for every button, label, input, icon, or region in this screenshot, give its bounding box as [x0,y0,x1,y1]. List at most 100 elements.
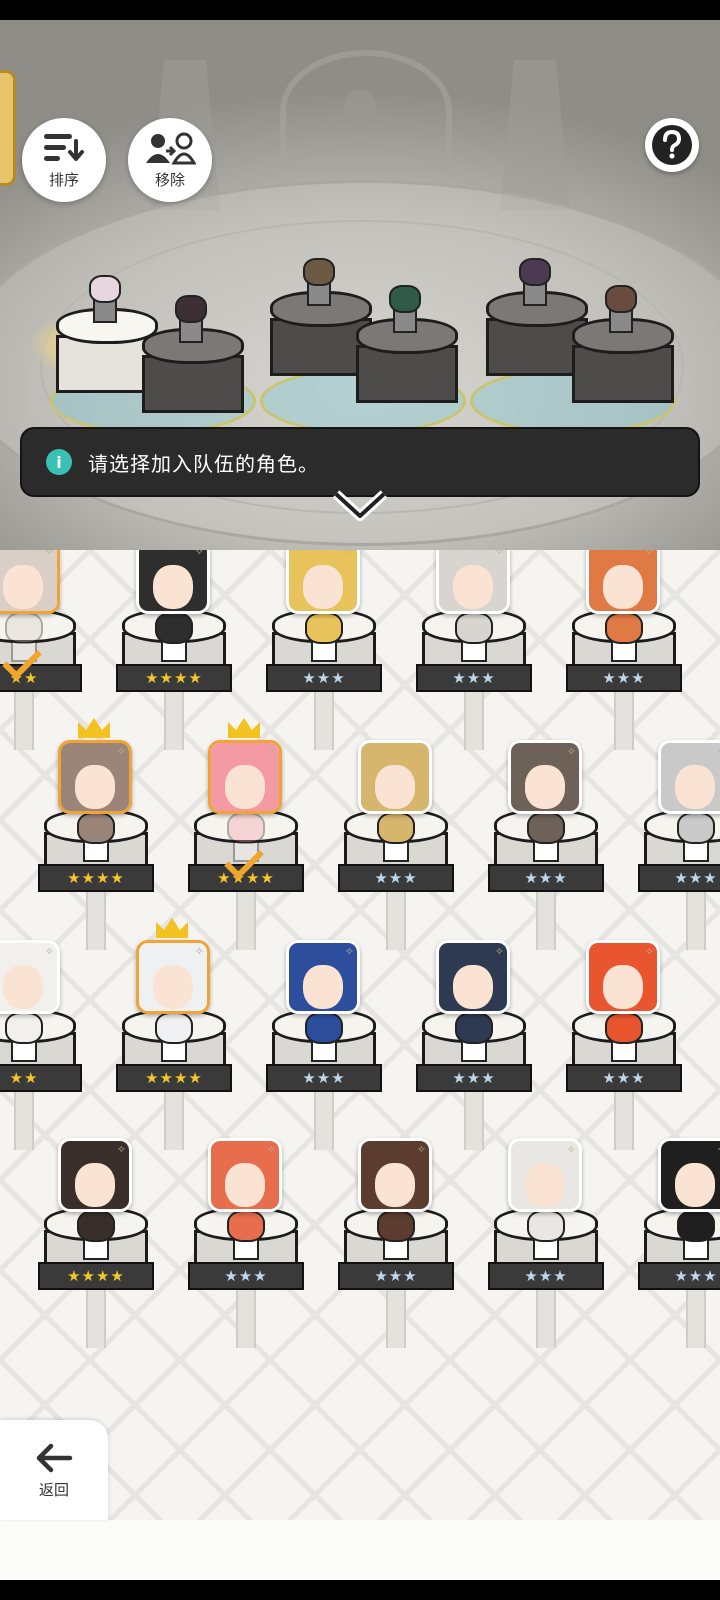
portrait-face [589,550,657,611]
character-portrait: ✧ [436,940,510,1014]
character-sprite [602,612,643,664]
character-card[interactable]: ★★★ ✧ [338,1138,454,1348]
character-card[interactable]: ★★★ ✧ [488,740,604,950]
character-portrait: ✧ [208,740,282,814]
character-card[interactable]: ★★★ ✧ [566,550,682,750]
star-rating: ★★★★ [38,864,154,892]
character-card[interactable]: ★★ ✧ [0,550,82,750]
sparkle-icon: ✧ [194,945,204,958]
sparkle-icon: ✧ [566,1143,576,1156]
sparkle-icon: ✧ [44,550,54,558]
character-card[interactable]: ★★★ ✧ [416,940,532,1150]
character-sprite [524,1210,565,1262]
side-tab[interactable] [0,70,16,186]
star-rating: ★★★ [416,1064,532,1092]
character-portrait: ✧ [658,1138,720,1212]
character-portrait: ✧ [58,740,132,814]
team-character-sprite [300,258,335,306]
character-card[interactable]: ★★★ ✧ [266,940,382,1150]
character-card[interactable]: ★★★ ✧ [266,550,382,750]
character-portrait: ✧ [136,550,210,614]
star-rating: ★★★ [566,664,682,692]
character-card[interactable]: ★★★ ✧ [188,1138,304,1348]
star-rating: ★★★ [566,1064,682,1092]
character-portrait: ✧ [58,1138,132,1212]
portrait-face [0,550,57,611]
character-card[interactable]: ★★★★ ✧ [38,718,154,950]
sparkle-icon: ✧ [116,745,126,758]
character-portrait: ✧ [358,740,432,814]
star-rating: ★★★ [638,864,720,892]
star-rating: ★★★ [638,1262,720,1290]
character-portrait: ✧ [208,1138,282,1212]
remove-button[interactable]: 移除 [128,118,212,202]
character-portrait: ✧ [508,1138,582,1212]
star-rating: ★★★★ [38,1262,154,1290]
character-card[interactable]: ★★★ ✧ [566,940,682,1150]
character-card[interactable]: ★★★★ ✧ [116,550,232,750]
sparkle-icon: ✧ [494,550,504,558]
team-character-sprite [172,295,207,343]
character-card[interactable]: ★★★★ ✧ [38,1138,154,1348]
sort-label: 排序 [48,170,79,189]
star-rating: ★★★ [266,664,382,692]
help-button[interactable] [645,118,699,172]
character-sprite [674,812,715,864]
sparkle-icon: ✧ [44,945,54,958]
status-bar [0,0,720,20]
navigation-bar [0,1580,720,1600]
character-portrait: ✧ [586,550,660,614]
sort-icon [44,133,84,161]
character-sprite [524,812,565,864]
sparkle-icon: ✧ [194,550,204,558]
character-roster: ★★ ✧ ★★★★ ✧ ★★★ ✧ ★★★ ✧ ★★★ ✧ ★★★★ ✧ ★★★★ ✧ ★★★ ✧ ★★★ ✧ ★★… [0,550,720,1580]
character-sprite [674,1210,715,1262]
star-rating: ★★★ [488,1262,604,1290]
portrait-face [661,1141,720,1209]
slot-platform [142,328,244,413]
character-card[interactable]: ★★★★ ✧ [188,718,304,950]
character-portrait: ✧ [358,1138,432,1212]
sparkle-icon: ✧ [416,1143,426,1156]
question-icon [652,125,692,165]
sparkle-icon: ✧ [344,550,354,558]
back-arrow-icon [36,1443,73,1472]
character-portrait: ✧ [658,740,720,814]
character-card[interactable]: ★★★ ✧ [488,1138,604,1348]
character-sprite [74,812,115,864]
character-card[interactable]: ★★ ✧ [0,940,82,1150]
bottom-strip [0,1520,720,1580]
character-sprite [302,1012,343,1064]
sort-button[interactable]: 排序 [22,118,106,202]
character-card[interactable]: ★★★ ✧ [638,1138,720,1348]
character-sprite [602,1012,643,1064]
back-label: 返回 [38,1480,69,1499]
character-sprite [302,612,343,664]
hint-text: 请选择加入队伍的角色。 [88,451,319,476]
back-button[interactable]: 返回 [0,1420,108,1520]
character-portrait: ✧ [0,550,60,614]
character-sprite [374,812,415,864]
sparkle-icon: ✧ [344,945,354,958]
portrait-face [439,550,507,611]
character-sprite [224,1210,265,1262]
character-card[interactable]: ★★★ ✧ [338,740,454,950]
star-rating: ★★★ [188,1262,304,1290]
remove-label: 移除 [154,170,185,189]
chevron-down-icon[interactable] [330,488,390,522]
sparkle-icon: ✧ [416,745,426,758]
sparkle-icon: ✧ [566,745,576,758]
star-rating: ★★★ [266,1064,382,1092]
sparkle-icon: ✧ [644,945,654,958]
character-card[interactable]: ★★★ ✧ [416,550,532,750]
slot-platform [572,318,674,403]
character-card[interactable]: ★★★ ✧ [638,740,720,950]
star-rating: ★★★★ [116,664,232,692]
team-character-sprite [516,258,551,306]
star-rating: ★★★★ [116,1064,232,1092]
info-icon: i [46,449,72,475]
character-card[interactable]: ★★★★ ✧ [116,918,232,1150]
sparkle-icon: ✧ [266,745,276,758]
team-character-sprite [602,285,637,333]
star-rating: ★★★ [488,864,604,892]
